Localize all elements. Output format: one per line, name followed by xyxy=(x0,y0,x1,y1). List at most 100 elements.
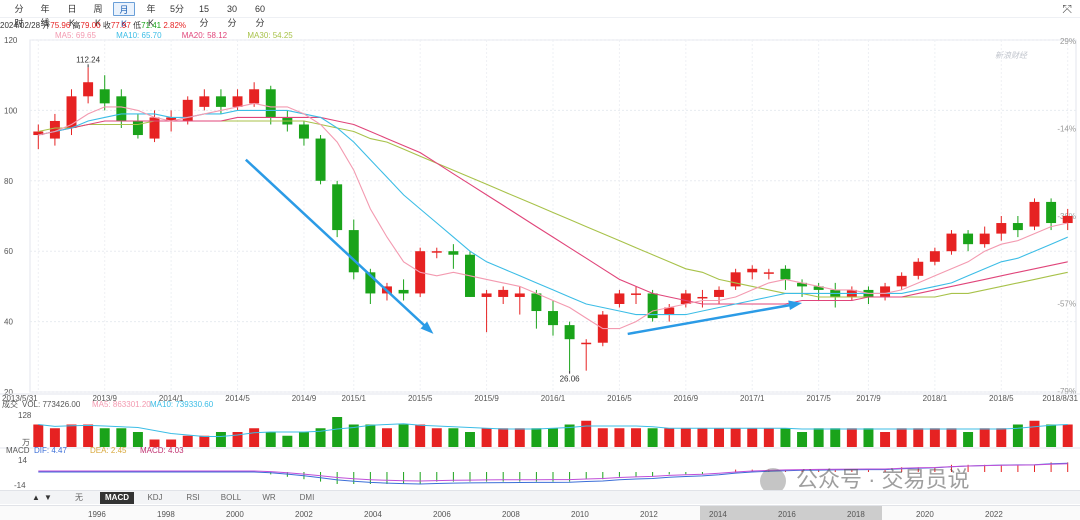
volume-bar xyxy=(664,428,675,447)
volume-bar xyxy=(282,435,293,447)
volume-bar xyxy=(714,428,725,447)
candle-body xyxy=(249,89,260,104)
candle xyxy=(763,268,774,280)
y-tick-label: 40 xyxy=(4,318,13,327)
timeline-navigator[interactable]: 1996 1998 2000 2002 2004 2006 2008 2010 … xyxy=(0,505,1080,520)
volume-bar xyxy=(514,428,525,447)
candle xyxy=(830,282,841,308)
timeline-year: 2006 xyxy=(433,510,451,519)
candle xyxy=(714,286,725,304)
candle-body xyxy=(514,293,525,297)
timeline-year: 2016 xyxy=(778,510,796,519)
candle-body xyxy=(448,251,459,255)
candle xyxy=(33,124,44,150)
candle xyxy=(747,265,758,280)
candle xyxy=(199,89,210,111)
timeline-year: 2020 xyxy=(916,510,934,519)
candle-body xyxy=(1046,201,1057,224)
y-right-tick-label: 29% xyxy=(1060,37,1076,46)
candle-body xyxy=(199,96,210,107)
volume-bar xyxy=(531,428,542,447)
timeline-year: 2004 xyxy=(364,510,382,519)
timeline-year: 1996 xyxy=(88,510,106,519)
volume-bar xyxy=(647,428,658,447)
volume-bar xyxy=(680,428,691,447)
candle-body xyxy=(564,325,575,340)
x-tick-label: 2018/1 xyxy=(923,394,948,403)
candle xyxy=(979,226,990,248)
x-tick-label: 2014/5 xyxy=(225,394,250,403)
candle xyxy=(83,67,94,104)
candle-body xyxy=(996,223,1007,234)
candle-body xyxy=(431,251,442,253)
candle-body xyxy=(315,138,326,181)
candle xyxy=(963,230,974,252)
candle xyxy=(697,289,708,308)
x-tick-label: 2018/5 xyxy=(989,394,1014,403)
macd-top: 14 xyxy=(18,456,27,465)
volume-bar xyxy=(747,428,758,447)
candle-body xyxy=(498,289,509,297)
volume-bar xyxy=(132,432,143,447)
candle xyxy=(929,247,940,266)
indicator-none[interactable]: 无 xyxy=(62,492,96,504)
candle xyxy=(548,300,558,336)
x-tick-label: 2016/5 xyxy=(607,394,632,403)
candle-body xyxy=(680,293,691,304)
annotation-label: 26.06 xyxy=(560,375,581,384)
indicator-wr[interactable]: WR xyxy=(252,492,286,504)
candle-body xyxy=(913,261,924,276)
volume-bar xyxy=(880,432,891,447)
volume-bar xyxy=(398,424,409,447)
candle xyxy=(465,251,475,297)
candle xyxy=(896,272,907,290)
indicator-boll[interactable]: BOLL xyxy=(214,492,248,504)
candle-body xyxy=(631,293,641,295)
arrow-down-icon[interactable]: ▼ xyxy=(44,493,52,502)
candle xyxy=(880,282,891,301)
volume-ma5: MA5: 863301.20 xyxy=(92,400,151,409)
x-tick-label: 2017/9 xyxy=(856,394,881,403)
y-tick-label: 120 xyxy=(4,36,18,45)
timeline-year: 2012 xyxy=(640,510,658,519)
y-tick-label: 60 xyxy=(4,247,13,256)
indicator-rsi[interactable]: RSI xyxy=(176,492,210,504)
volume-bar xyxy=(763,428,774,447)
candle xyxy=(431,247,442,259)
candle xyxy=(780,265,791,290)
volume-bar xyxy=(913,428,924,447)
volume-bar xyxy=(597,428,608,447)
candle-body xyxy=(614,293,625,304)
candle-body xyxy=(880,286,891,297)
candle-body xyxy=(747,268,758,273)
volume-bar xyxy=(614,428,625,447)
y-right-tick-label: -14% xyxy=(1057,125,1076,134)
timeline-year: 2022 xyxy=(985,510,1003,519)
timeline-year: 1998 xyxy=(157,510,175,519)
timeline-year: 2018 xyxy=(847,510,865,519)
volume-bar xyxy=(49,428,60,447)
volume-bar xyxy=(465,432,475,447)
candle xyxy=(564,321,575,371)
candle-body xyxy=(548,311,558,326)
indicator-dmi[interactable]: DMI xyxy=(290,492,324,504)
timeline-year: 2000 xyxy=(226,510,244,519)
candle xyxy=(913,258,924,280)
candle-body xyxy=(1029,201,1040,227)
candle xyxy=(182,96,193,125)
candle xyxy=(531,289,542,329)
price-annotations: 112.24 26.06 xyxy=(76,55,580,383)
volume-bar xyxy=(199,435,210,447)
volume-bar xyxy=(448,428,459,447)
volume-bar xyxy=(498,428,509,447)
indicator-kdj[interactable]: KDJ xyxy=(138,492,172,504)
candle-body xyxy=(697,296,708,299)
candle xyxy=(315,135,326,185)
candlestick-chart[interactable]: 2040608010012029%-14%-36%-57%-79% 2013/5… xyxy=(0,0,1080,490)
volume-bar xyxy=(697,428,708,447)
indicator-macd[interactable]: MACD xyxy=(100,492,134,504)
grid-lines xyxy=(29,39,1077,393)
candle-body xyxy=(979,233,990,245)
arrow-up-icon[interactable]: ▲ xyxy=(32,493,40,502)
candle xyxy=(498,286,509,304)
